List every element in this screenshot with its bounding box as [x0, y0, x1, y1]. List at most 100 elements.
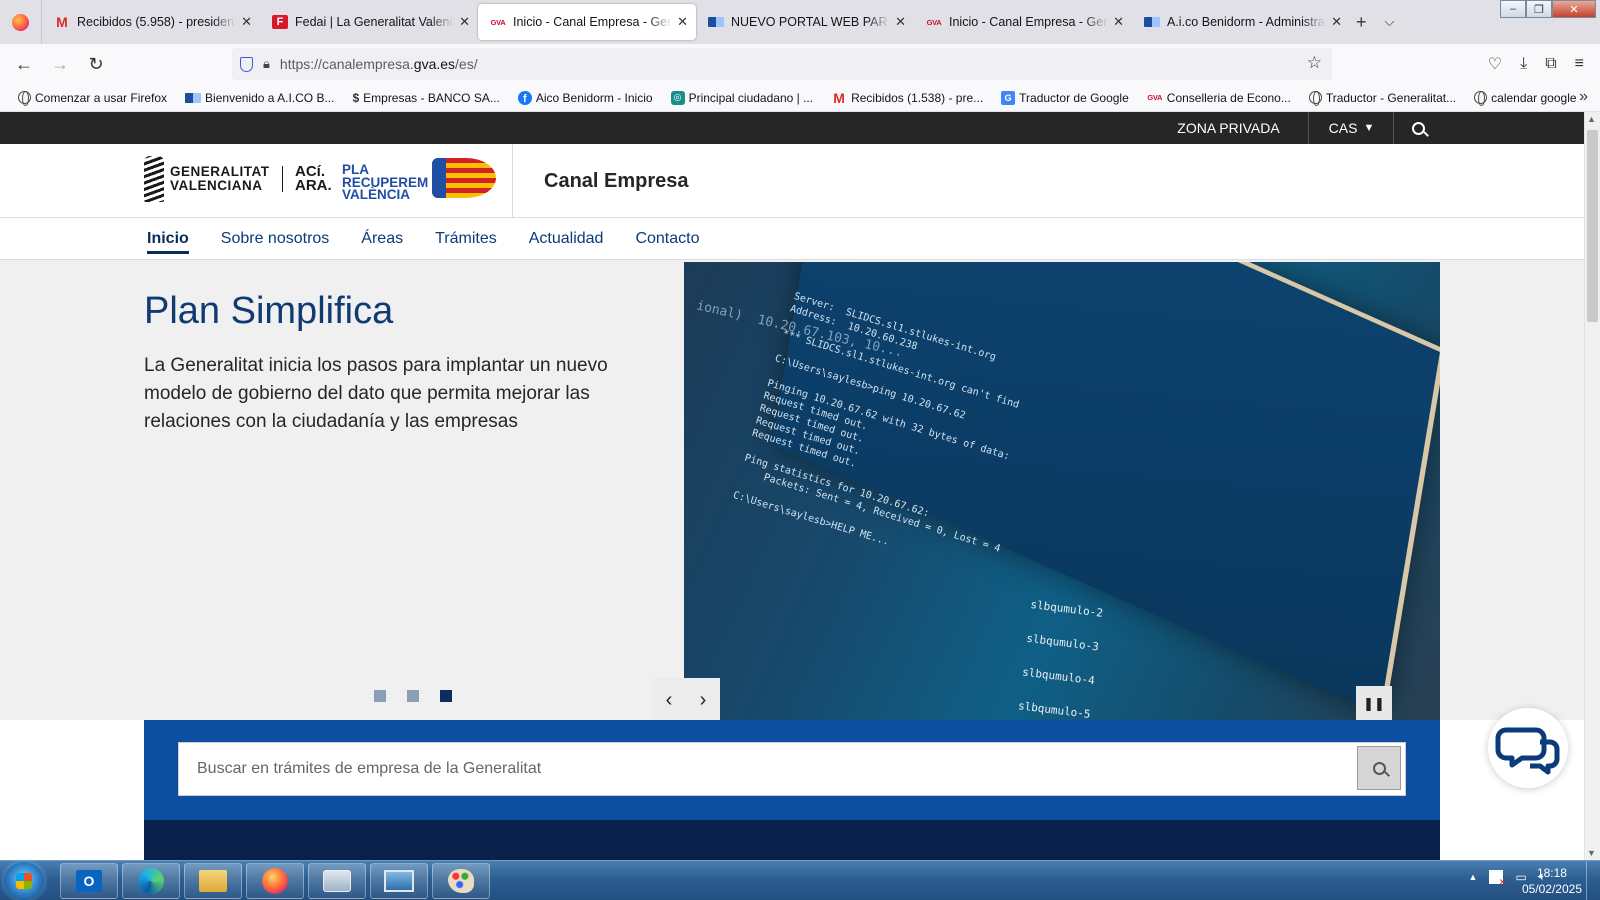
tab-title: Recibidos (5.958) - presidente.a	[77, 15, 236, 29]
search-icon	[1411, 121, 1425, 135]
downloads-icon[interactable]: ⤓	[1520, 55, 1527, 73]
bookmark-item[interactable]: GVA Conselleria de Econo...	[1141, 87, 1297, 109]
close-icon[interactable]: ✕	[1331, 14, 1342, 30]
chevron-right-icon[interactable]: ›	[700, 689, 707, 712]
search-box	[178, 742, 1406, 796]
scroll-down-icon[interactable]: ▼	[1587, 848, 1596, 858]
search-band	[144, 720, 1440, 820]
bookmark-item[interactable]: $ Empresas - BANCO SA...	[346, 87, 505, 109]
nav-contacto[interactable]: Contacto	[619, 218, 715, 260]
back-icon[interactable]: ←	[6, 48, 42, 80]
chevron-right-icon[interactable]: »	[1579, 88, 1588, 106]
chat-icon	[1495, 727, 1560, 775]
gva-icon: GVA	[926, 17, 942, 27]
search-submit-button[interactable]	[1357, 746, 1401, 790]
facebook-icon: f	[517, 90, 532, 105]
generalitat-logo[interactable]: GENERALITAT VALENCIANA ACí. ARA.	[144, 156, 332, 202]
portal-icon: ◎	[670, 90, 685, 105]
close-icon[interactable]: ✕	[895, 14, 906, 30]
lock-icon[interactable]: 🔒︎	[263, 56, 270, 72]
bookmark-item[interactable]: Traductor - Generalitat...	[1303, 87, 1462, 109]
taskbar-file-explorer[interactable]	[184, 863, 242, 899]
aci-ara-logo: ACí. ARA.	[295, 163, 332, 194]
site-name[interactable]: Canal Empresa	[544, 170, 689, 193]
taskbar-photo-gallery[interactable]	[308, 863, 366, 899]
bookmark-item[interactable]: Comenzar a usar Firefox	[12, 87, 173, 109]
tracking-protection-icon[interactable]	[240, 56, 253, 72]
close-icon[interactable]: ✕	[459, 14, 470, 30]
nav-sobre-nosotros[interactable]: Sobre nosotros	[205, 218, 346, 260]
scrollbar-thumb[interactable]	[1587, 130, 1598, 322]
language-selector[interactable]: CAS ▼	[1310, 112, 1394, 144]
firefox-view-button[interactable]	[0, 0, 42, 44]
tramites-search-input[interactable]	[179, 743, 1355, 795]
extensions-icon[interactable]: ⧉	[1545, 55, 1556, 73]
hero-title[interactable]: Plan Simplifica	[144, 290, 393, 333]
close-icon[interactable]: ✕	[1113, 14, 1124, 30]
url-text[interactable]: https://canalempresa.gva.es/es/	[280, 56, 478, 72]
forward-icon[interactable]: →	[42, 48, 78, 80]
browser-tab-1[interactable]: M Recibidos (5.958) - presidente.a ✕	[42, 4, 260, 40]
flag-icon	[432, 158, 496, 198]
pla-recuperem-logo[interactable]: PLA RECUPEREM VALÈNCIA	[342, 163, 428, 202]
private-zone-link[interactable]: ZONA PRIVADA	[1149, 112, 1309, 144]
browser-tab-4[interactable]: NUEVO PORTAL WEB PARA EMPRESAS ✕	[696, 4, 914, 40]
list-all-tabs-icon[interactable]: ⌵	[1385, 14, 1395, 30]
carousel-dot-3[interactable]	[440, 690, 452, 702]
browser-tab-strip: M Recibidos (5.958) - presidente.a ✕ F F…	[0, 0, 1600, 44]
show-hidden-icons-icon[interactable]: ▲	[1469, 872, 1478, 882]
nav-areas[interactable]: Áreas	[345, 218, 419, 260]
bookmark-item[interactable]: G Traductor de Google	[995, 87, 1135, 109]
bookmark-item[interactable]: calendar google	[1468, 87, 1582, 109]
taskbar-paint[interactable]	[432, 863, 490, 899]
firefox-icon	[262, 868, 288, 894]
system-clock[interactable]: 18:18 05/02/2025	[1522, 865, 1582, 897]
taskbar-photo-viewer[interactable]	[370, 863, 428, 899]
nav-inicio[interactable]: Inicio	[147, 218, 205, 260]
action-center-icon[interactable]	[1489, 869, 1506, 888]
new-tab-icon[interactable]: +	[1356, 12, 1367, 33]
taskbar-outlook[interactable]: O	[60, 863, 118, 899]
maximize-button[interactable]: ❐	[1526, 0, 1552, 18]
close-icon[interactable]: ✕	[677, 14, 688, 30]
tab-title: NUEVO PORTAL WEB PARA EMPRESAS	[731, 15, 890, 29]
browser-tab-3-active[interactable]: GVA Inicio - Canal Empresa - Generalitat…	[478, 4, 696, 40]
windows-logo-icon	[16, 873, 32, 889]
url-bar[interactable]: 🔒︎ https://canalempresa.gva.es/es/ ☆	[232, 48, 1332, 80]
window-close-button[interactable]: ✕	[1552, 0, 1596, 18]
bookmark-item[interactable]: ◎ Principal ciudadano | ...	[665, 87, 820, 109]
image-text-rows: slbqumulo-2 slbqumulo-3 slbqumulo-4 slbq…	[1017, 597, 1104, 722]
carousel-dot-2[interactable]	[407, 690, 419, 702]
minimize-button[interactable]: –	[1500, 0, 1526, 18]
start-button[interactable]	[4, 862, 44, 900]
taskbar-edge[interactable]	[122, 863, 180, 899]
bookmark-item[interactable]: Bienvenido a A.I.CO B...	[179, 87, 340, 109]
carousel-pause-button[interactable]: ❚❚	[1356, 686, 1392, 722]
carousel-dot-1[interactable]	[374, 690, 386, 702]
menu-icon[interactable]: ≡	[1575, 55, 1584, 73]
aico-icon	[185, 92, 202, 103]
bookmark-star-icon[interactable]: ☆	[1307, 53, 1322, 73]
main-navigation: Inicio Sobre nosotros Áreas Trámites Act…	[0, 218, 1584, 260]
browser-tab-6[interactable]: A.i.co Benidorm - Administración ✕	[1132, 4, 1350, 40]
chat-widget-button[interactable]	[1488, 708, 1568, 788]
browser-tab-2[interactable]: F Fedai | La Generalitat Valenciana ✕	[260, 4, 478, 40]
nav-tramites[interactable]: Trámites	[419, 218, 513, 260]
show-desktop-button[interactable]	[1586, 861, 1600, 900]
taskbar-firefox[interactable]	[246, 863, 304, 899]
nav-actualidad[interactable]: Actualidad	[513, 218, 620, 260]
page-scrollbar[interactable]: ▲ ▼	[1584, 112, 1600, 860]
pocket-icon[interactable]: ♡	[1488, 54, 1502, 74]
bookmark-item[interactable]: M Recibidos (1.538) - pre...	[825, 87, 989, 109]
gva-icon: GVA	[1147, 93, 1163, 102]
chevron-left-icon[interactable]: ‹	[666, 689, 673, 712]
reload-icon[interactable]: ↻	[78, 48, 114, 80]
tab-title: Inicio - Canal Empresa - Generalitat	[513, 15, 672, 29]
scroll-up-icon[interactable]: ▲	[1587, 114, 1596, 124]
bookmarks-toolbar: Comenzar a usar Firefox Bienvenido a A.I…	[0, 84, 1600, 112]
hero-description: La Generalitat inicia los pasos para imp…	[144, 355, 608, 432]
bookmark-item[interactable]: f Aico Benidorm - Inicio	[512, 87, 659, 109]
site-search-button[interactable]	[1396, 112, 1440, 144]
browser-tab-5[interactable]: GVA Inicio - Canal Empresa - Generalitat…	[914, 4, 1132, 40]
close-icon[interactable]: ✕	[241, 14, 252, 30]
